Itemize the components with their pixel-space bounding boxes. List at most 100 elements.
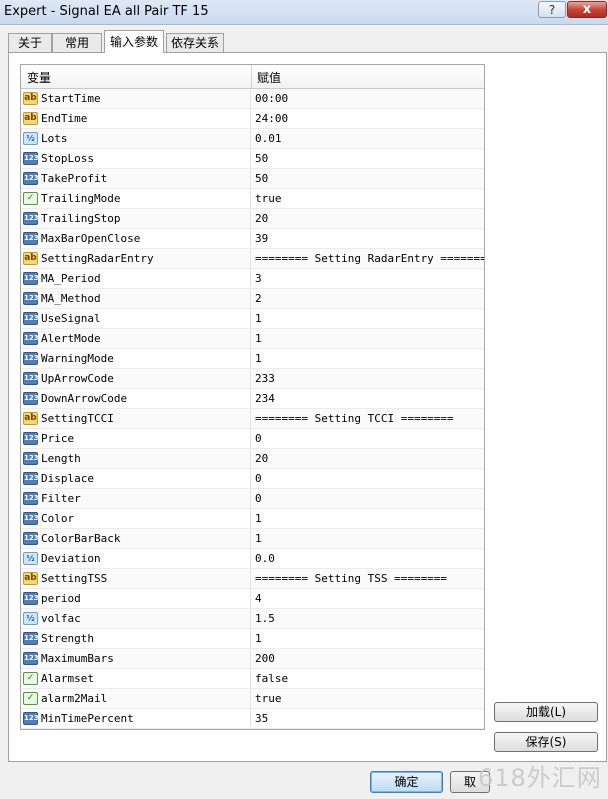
table-row[interactable]: ✓ Alarmset false [21,669,484,689]
param-value[interactable]: 3 [255,272,262,285]
column-header-value[interactable]: 赋值 [257,69,281,86]
table-row[interactable]: ½ Lots 0.01 [21,129,484,149]
table-row[interactable]: 123 MaximumBars 200 [21,649,484,669]
ok-button[interactable]: 确定 [370,771,443,793]
table-row[interactable]: 123 Filter 0 [21,489,484,509]
param-name-cell[interactable]: 123 DownArrowCode [21,389,251,408]
table-row[interactable]: 123 MinTimePercent 35 [21,709,484,729]
table-row[interactable]: 123 period 4 [21,589,484,609]
table-row[interactable]: ab StartTime 00:00 [21,89,484,109]
param-name-cell[interactable]: 123 Filter [21,489,251,508]
param-name-cell[interactable]: ab SettingTSS [21,569,251,588]
param-name-cell[interactable]: 123 period [21,589,251,608]
param-value[interactable]: 24:00 [255,112,288,125]
param-name-cell[interactable]: 123 TrailingStop [21,209,251,228]
param-value[interactable]: 0 [255,432,262,445]
param-name-cell[interactable]: 123 Displace [21,469,251,488]
tab-about[interactable]: 关于 [8,33,52,52]
param-value[interactable]: 0.0 [255,552,275,565]
param-name-cell[interactable]: 123 ColorBarBack [21,529,251,548]
param-name-cell[interactable]: ab StartTime [21,89,251,108]
param-name-cell[interactable]: 123 Strength [21,629,251,648]
table-row[interactable]: ab EndTime 24:00 [21,109,484,129]
param-value[interactable]: true [255,692,282,705]
param-value[interactable]: 0 [255,492,262,505]
param-value[interactable]: false [255,672,288,685]
table-row[interactable]: 123 MA_Period 3 [21,269,484,289]
param-name-cell[interactable]: 123 Length [21,449,251,468]
table-row[interactable]: 123 MA_Method 2 [21,289,484,309]
param-value[interactable]: 50 [255,152,268,165]
param-name-cell[interactable]: ½ Lots [21,129,251,148]
table-row[interactable]: ab SettingTSS ======== Setting TSS =======… [21,569,484,589]
param-value[interactable]: 20 [255,212,268,225]
param-name-cell[interactable]: ½ volfac [21,609,251,628]
help-button[interactable]: ? [538,1,566,18]
param-name-cell[interactable]: 123 Color [21,509,251,528]
param-name-cell[interactable]: ✓ alarm2Mail [21,689,251,708]
param-value[interactable]: 35 [255,712,268,725]
table-row[interactable]: 123 UpArrowCode 233 [21,369,484,389]
tab-inputs[interactable]: 输入参数 [104,30,164,53]
param-value[interactable]: ======== Setting TCCI ======== [255,412,454,425]
param-name-cell[interactable]: 123 UseSignal [21,309,251,328]
param-value[interactable]: true [255,192,282,205]
param-value[interactable]: 0.01 [255,132,282,145]
param-value[interactable]: 1 [255,632,262,645]
param-value[interactable]: 1 [255,332,262,345]
save-button[interactable]: 保存(S) [494,732,598,752]
tab-dependencies[interactable]: 依存关系 [166,33,224,52]
table-row[interactable]: 123 Length 20 [21,449,484,469]
param-value[interactable]: 20 [255,452,268,465]
param-value[interactable]: 1 [255,512,262,525]
param-value[interactable]: 200 [255,652,275,665]
param-name-cell[interactable]: ✓ Alarmset [21,669,251,688]
tab-common[interactable]: 常用 [52,33,102,52]
param-name-cell[interactable]: 123 TakeProfit [21,169,251,188]
table-row[interactable]: 123 ColorBarBack 1 [21,529,484,549]
param-value[interactable]: 1 [255,352,262,365]
param-name-cell[interactable]: ½ Deviation [21,549,251,568]
param-value[interactable]: ======== Setting TSS ======== [255,572,447,585]
param-value[interactable]: 234 [255,392,275,405]
param-value[interactable]: 50 [255,172,268,185]
load-button[interactable]: 加载(L) [494,702,598,722]
param-name-cell[interactable]: 123 WarningMode [21,349,251,368]
table-row[interactable]: 123 Price 0 [21,429,484,449]
param-value[interactable]: 233 [255,372,275,385]
param-name-cell[interactable]: 123 MA_Period [21,269,251,288]
table-row[interactable]: 123 TakeProfit 50 [21,169,484,189]
param-name-cell[interactable]: 123 UpArrowCode [21,369,251,388]
table-row[interactable]: 123 Color 1 [21,509,484,529]
table-row[interactable]: 123 DownArrowCode 234 [21,389,484,409]
param-value[interactable]: 1.5 [255,612,275,625]
param-value[interactable]: 1 [255,312,262,325]
param-name-cell[interactable]: 123 MaxBarOpenClose [21,229,251,248]
table-row[interactable]: ½ volfac 1.5 [21,609,484,629]
param-name-cell[interactable]: 123 StopLoss [21,149,251,168]
param-name-cell[interactable]: 123 MinTimePercent [21,709,251,728]
param-name-cell[interactable]: ✓ TrailingMode [21,189,251,208]
table-row[interactable]: 123 MaxBarOpenClose 39 [21,229,484,249]
table-row[interactable]: 123 Strength 1 [21,629,484,649]
param-value[interactable]: 00:00 [255,92,288,105]
param-value[interactable]: 39 [255,232,268,245]
table-row[interactable]: 123 UseSignal 1 [21,309,484,329]
param-value[interactable]: 2 [255,292,262,305]
param-value[interactable]: 1 [255,532,262,545]
param-name-cell[interactable]: 123 AlertMode [21,329,251,348]
param-value[interactable]: 4 [255,592,262,605]
table-row[interactable]: 123 StopLoss 50 [21,149,484,169]
table-row[interactable]: ab SettingRadarEntry ======== Setting Rada… [21,249,484,269]
table-row[interactable]: ✓ alarm2Mail true [21,689,484,709]
column-header-variable[interactable]: 变量 [27,69,51,86]
table-row[interactable]: 123 Displace 0 [21,469,484,489]
param-name-cell[interactable]: ab SettingTCCI [21,409,251,428]
param-name-cell[interactable]: 123 MA_Method [21,289,251,308]
param-value[interactable]: 0 [255,472,262,485]
table-row[interactable]: 123 WarningMode 1 [21,349,484,369]
param-name-cell[interactable]: ab SettingRadarEntry [21,249,251,268]
close-button[interactable]: x [567,1,607,18]
param-name-cell[interactable]: 123 MaximumBars [21,649,251,668]
table-row[interactable]: 123 AlertMode 1 [21,329,484,349]
